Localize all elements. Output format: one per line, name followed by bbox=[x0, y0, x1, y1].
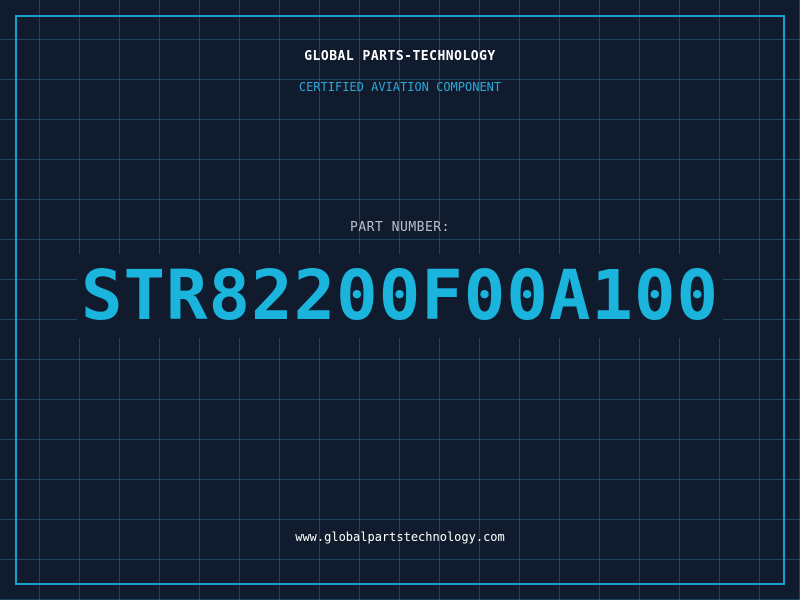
part-number-container: STR82200F00A100 bbox=[0, 254, 800, 338]
part-number-label: PART NUMBER: bbox=[350, 220, 450, 235]
company-name: GLOBAL PARTS-TECHNOLOGY bbox=[304, 49, 496, 64]
tagline: CERTIFIED AVIATION COMPONENT bbox=[298, 80, 502, 94]
part-number: STR82200F00A100 bbox=[76, 254, 724, 338]
website-link[interactable]: www.globalpartstechnology.com bbox=[0, 530, 800, 544]
part-card: GLOBAL PARTS-TECHNOLOGY CERTIFIED AVIATI… bbox=[0, 0, 800, 600]
